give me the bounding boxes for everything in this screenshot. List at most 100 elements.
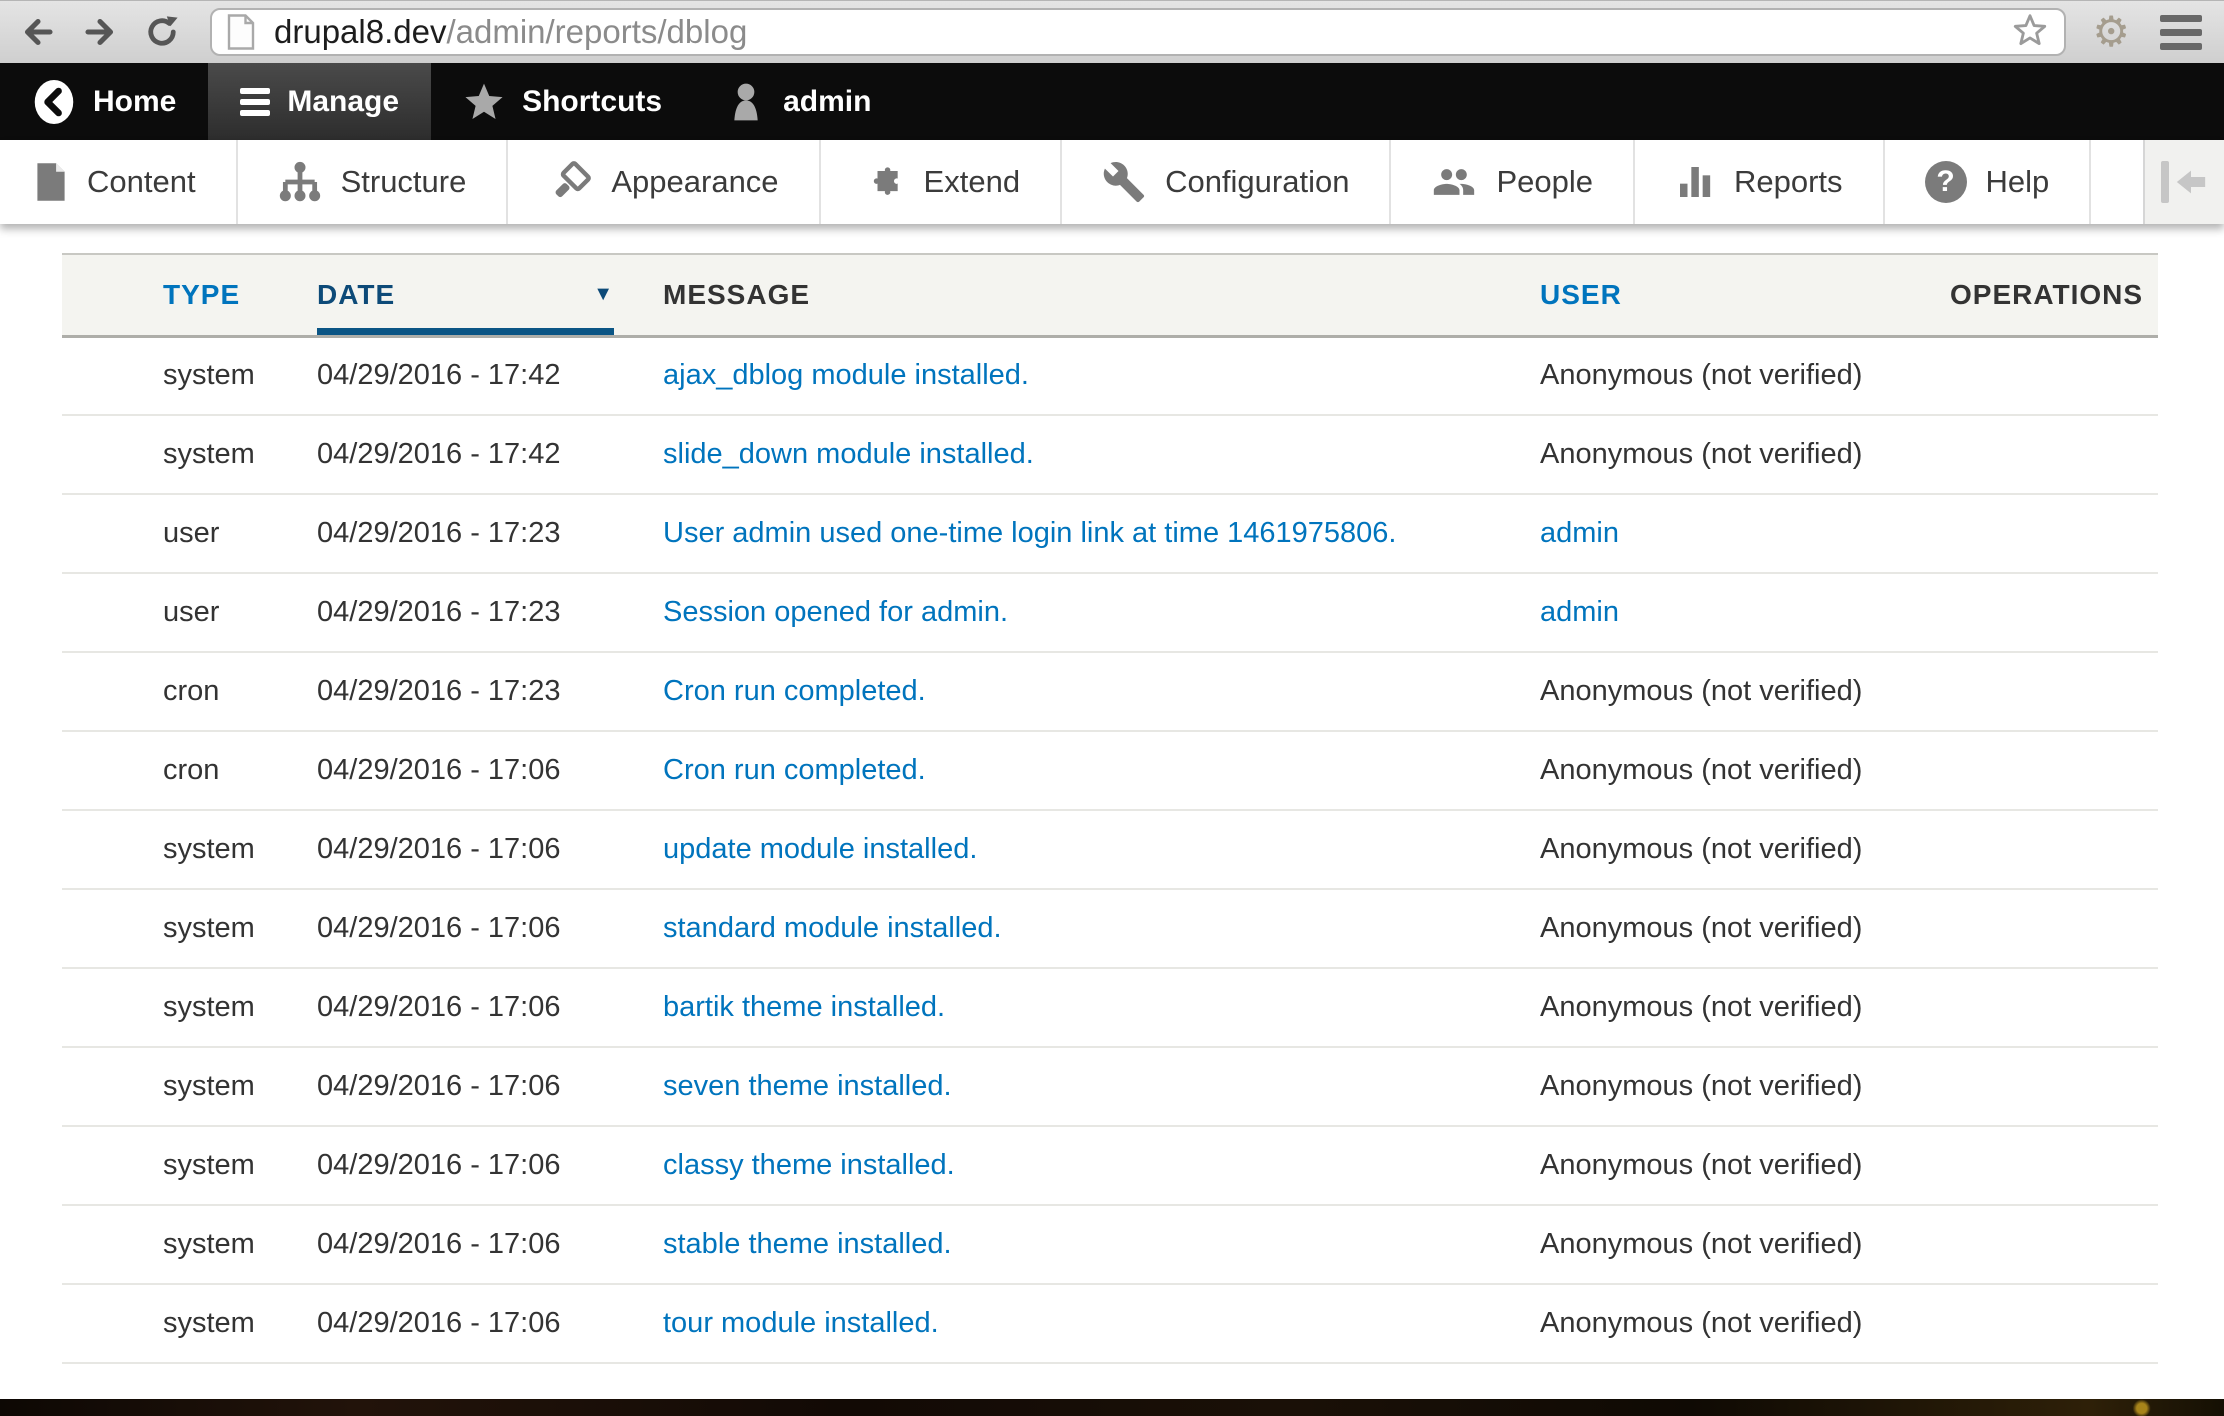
log-user-text: Anonymous (not verified) [1540,1307,1862,1339]
extension-button[interactable]: ⚙ [2092,11,2130,53]
log-operations-cell [1950,652,2158,731]
log-message-link[interactable]: classy theme installed. [663,1149,955,1181]
reload-button[interactable] [142,12,182,52]
log-date-cell: 04/29/2016 - 17:23 [317,652,663,731]
menu-item-content[interactable]: Content [0,140,238,224]
sort-date-link[interactable]: DATE ▼ [317,279,614,311]
menu-item-label: Configuration [1165,164,1349,200]
log-message-link[interactable]: slide_down module installed. [663,438,1034,470]
browser-menu-button[interactable] [2160,15,2202,50]
toolbar-item-label: admin [783,85,871,119]
back-button[interactable] [18,12,58,52]
log-operations-cell [1950,1047,2158,1126]
page-content: TYPE DATE▼ MESSAGE USER OPERATIONS syste… [0,224,2224,1399]
menu-item-reports[interactable]: Reports [1635,140,1885,224]
gear-icon: ⚙ [2092,8,2130,55]
log-type-cell: system [62,415,317,494]
log-operations-cell [1950,810,2158,889]
manage-menu-icon [240,83,270,121]
log-user-cell: Anonymous (not verified) [1540,1047,1950,1126]
url-bar[interactable]: drupal8.dev/admin/reports/dblog [210,8,2066,56]
log-message-link[interactable]: Cron run completed. [663,754,926,786]
puzzle-icon [861,160,905,204]
back-to-site-icon [32,78,76,126]
log-operations-cell [1950,1126,2158,1205]
log-type-cell: system [62,1205,317,1284]
menu-item-label: Extend [924,164,1021,200]
drupal-admin-toolbar: Home Manage Shortcuts admin [0,63,2224,140]
sort-type-link[interactable]: TYPE [163,279,240,310]
log-message-link[interactable]: update module installed. [663,833,977,865]
bar-chart-icon [1675,160,1715,204]
menu-item-structure[interactable]: Structure [238,140,509,224]
log-message-cell: User admin used one-time login link at t… [663,494,1540,573]
log-operations-cell [1950,494,2158,573]
log-message-cell: Cron run completed. [663,731,1540,810]
log-message-link[interactable]: User admin used one-time login link at t… [663,517,1396,549]
log-row: system 04/29/2016 - 17:42 slide_down mod… [62,415,2158,494]
log-date-cell: 04/29/2016 - 17:06 [317,1047,663,1126]
log-message-link[interactable]: Cron run completed. [663,675,926,707]
column-header-type: TYPE [62,254,317,336]
desktop-background-strip [0,1399,2224,1416]
log-row: cron 04/29/2016 - 17:06 Cron run complet… [62,731,2158,810]
log-message-cell: tour module installed. [663,1284,1540,1363]
log-message-link[interactable]: bartik theme installed. [663,991,945,1023]
log-operations-cell [1950,336,2158,415]
log-date-cell: 04/29/2016 - 17:06 [317,810,663,889]
log-operations-cell [1950,889,2158,968]
log-row: system 04/29/2016 - 17:06 update module … [62,810,2158,889]
log-user-cell: admin [1540,573,1950,652]
log-message-link[interactable]: Session opened for admin. [663,596,1008,628]
log-type-cell: system [62,336,317,415]
log-row: system 04/29/2016 - 17:42 ajax_dblog mod… [62,336,2158,415]
menu-item-label: Appearance [611,164,778,200]
dblog-header-row: TYPE DATE▼ MESSAGE USER OPERATIONS [62,254,2158,336]
url-text[interactable]: drupal8.dev/admin/reports/dblog [274,13,747,51]
log-row: system 04/29/2016 - 17:06 standard modul… [62,889,2158,968]
menu-item-configuration[interactable]: Configuration [1062,140,1391,224]
url-host: drupal8.dev [274,13,446,50]
log-row: cron 04/29/2016 - 17:23 Cron run complet… [62,652,2158,731]
log-user-cell: Anonymous (not verified) [1540,336,1950,415]
bookmark-star-button[interactable] [2010,11,2050,54]
log-user-link[interactable]: admin [1540,596,1619,628]
log-type-cell: user [62,573,317,652]
paintbrush-icon [548,160,592,204]
menu-item-extend[interactable]: Extend [821,140,1063,224]
log-message-link[interactable]: stable theme installed. [663,1228,952,1260]
toolbar-item-shortcuts[interactable]: Shortcuts [431,63,694,140]
column-header-operations: OPERATIONS [1950,254,2158,336]
file-icon [34,161,68,203]
log-operations-cell [1950,415,2158,494]
toolbar-orientation-toggle[interactable] [2143,140,2224,224]
log-row: system 04/29/2016 - 17:06 seven theme in… [62,1047,2158,1126]
log-operations-cell [1950,968,2158,1047]
menu-item-people[interactable]: People [1391,140,1635,224]
toolbar-item-home[interactable]: Home [0,63,208,140]
log-user-cell: Anonymous (not verified) [1540,652,1950,731]
menu-item-label: Help [1986,164,2050,200]
sort-user-link[interactable]: USER [1540,279,1622,310]
log-user-text: Anonymous (not verified) [1540,1228,1862,1260]
log-user-cell: admin [1540,494,1950,573]
forward-button[interactable] [80,12,120,52]
log-message-link[interactable]: ajax_dblog module installed. [663,359,1029,391]
menu-item-help[interactable]: ? Help [1885,140,2092,224]
log-message-link[interactable]: tour module installed. [663,1307,939,1339]
log-message-link[interactable]: standard module installed. [663,912,1002,944]
log-type-cell: system [62,968,317,1047]
column-header-user: USER [1540,254,1950,336]
sort-date-label: DATE [317,279,395,311]
log-message-link[interactable]: seven theme installed. [663,1070,952,1102]
log-row: user 04/29/2016 - 17:23 Session opened f… [62,573,2158,652]
sort-desc-icon: ▼ [593,283,614,306]
menu-item-label: Content [87,164,196,200]
toolbar-item-admin-user[interactable]: admin [694,63,903,140]
log-type-cell: system [62,1284,317,1363]
menu-item-appearance[interactable]: Appearance [508,140,820,224]
toolbar-item-manage[interactable]: Manage [208,63,431,140]
log-row: user 04/29/2016 - 17:23 User admin used … [62,494,2158,573]
log-type-cell: system [62,1126,317,1205]
log-user-link[interactable]: admin [1540,517,1619,549]
